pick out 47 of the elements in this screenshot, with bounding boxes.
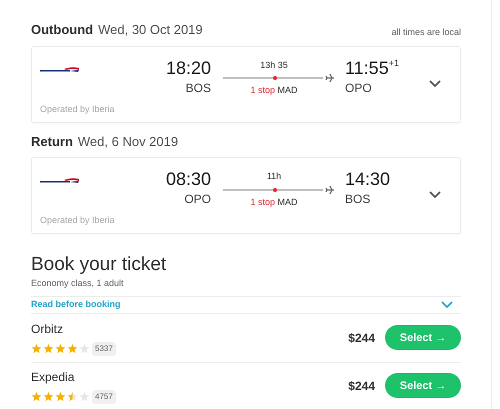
review-count: 5337 xyxy=(92,342,116,356)
operator-text: Operated by Iberia xyxy=(40,214,115,227)
expand-chevron-icon[interactable] xyxy=(429,191,441,199)
select-button[interactable]: Select → xyxy=(385,325,461,350)
section-title: Book your ticket xyxy=(31,254,168,276)
star-icon xyxy=(79,391,90,402)
departure-code: BOS xyxy=(186,80,211,96)
fare-class: Economy class, 1 adult xyxy=(31,277,125,290)
departure-code: OPO xyxy=(184,191,211,208)
stops-info: 1 stop MAD xyxy=(250,196,298,209)
provider-name: Expedia xyxy=(31,368,76,386)
notice-toggle[interactable]: Read before booking xyxy=(31,296,461,314)
duration: 11h xyxy=(266,170,282,183)
duration: 13h 35 xyxy=(260,58,288,72)
stops-info: 1 stop MAD xyxy=(250,84,298,97)
star-icon xyxy=(55,391,66,402)
flight-card[interactable]: 08:30 OPO 11h 1 stop MAD 14:30 BOS Operated by Iberia xyxy=(31,157,461,234)
star-icon xyxy=(43,391,54,402)
arrival-code: OPO xyxy=(345,80,372,96)
airline-logo xyxy=(40,177,80,185)
airline-logo xyxy=(40,66,80,74)
departure-time: 08:30 xyxy=(166,168,211,190)
times-note: all times are local xyxy=(391,26,461,39)
leg-date: Wed, 30 Oct 2019 xyxy=(98,21,203,39)
day-offset: +1 xyxy=(388,56,399,70)
price: $244 xyxy=(348,330,375,347)
departure-time: 18:20 xyxy=(166,56,211,78)
select-button[interactable]: Select → xyxy=(385,373,461,398)
star-icon xyxy=(43,343,54,354)
chevron-icon[interactable] xyxy=(441,300,453,309)
price: $244 xyxy=(348,378,375,395)
star-icon xyxy=(67,343,78,354)
star-icon xyxy=(67,391,78,402)
arrival-time: 14:30 xyxy=(345,168,390,190)
expand-chevron-icon[interactable] xyxy=(429,80,441,88)
leg-label: Outbound xyxy=(31,21,94,39)
operator-text: Operated by Iberia xyxy=(40,102,115,116)
star-icon xyxy=(31,391,42,402)
arrival-code: BOS xyxy=(345,191,370,208)
leg-date: Wed, 6 Nov 2019 xyxy=(78,132,178,150)
leg-label: Return xyxy=(31,132,73,150)
star-icon xyxy=(31,343,42,354)
star-icon xyxy=(55,343,66,354)
provider-name: Orbitz xyxy=(31,320,64,338)
star-icon xyxy=(79,343,90,354)
arrival-time: 11:55 xyxy=(345,56,389,78)
review-count: 4757 xyxy=(92,390,116,404)
